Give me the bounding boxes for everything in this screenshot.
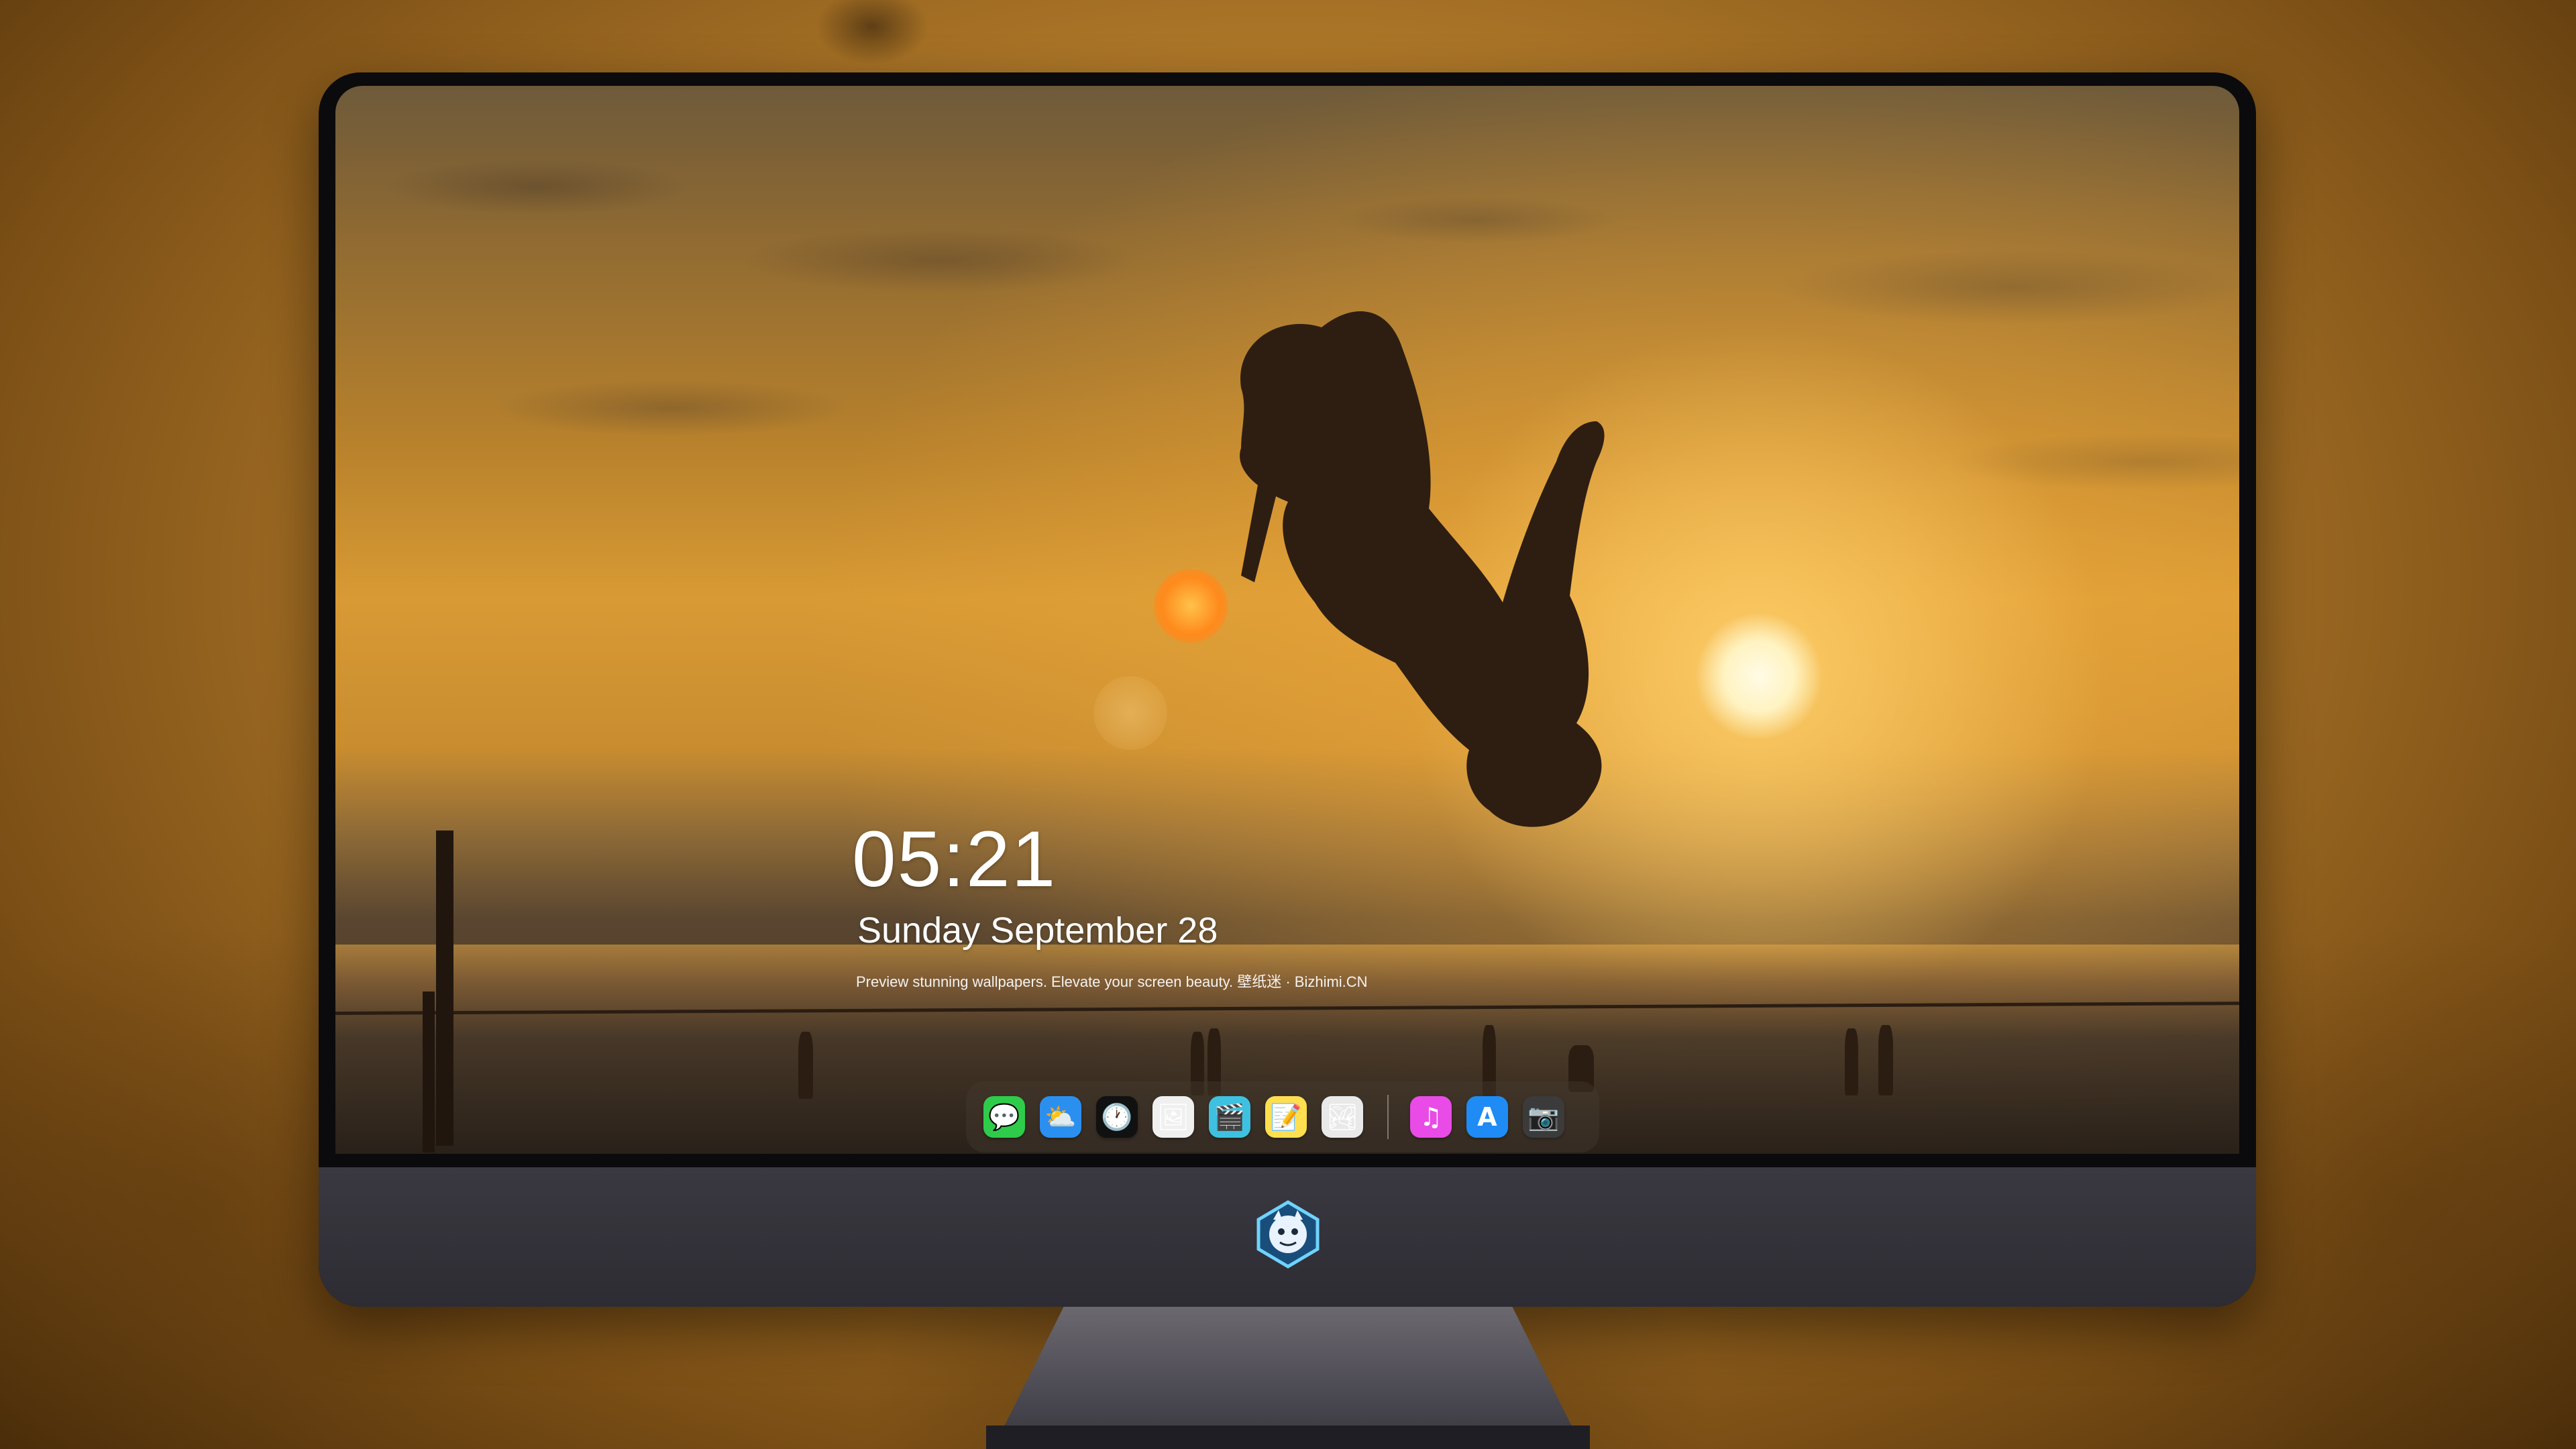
backflip-silhouette [1240,311,1605,827]
lens-flare-faint [1093,676,1167,750]
lockscreen-time: 05:21 [852,815,1057,904]
net-pole [436,830,453,1146]
lock-screen: 05:21 Sunday September 28 Preview stunni… [335,86,2239,1154]
camera-icon[interactable]: 📷 [1523,1096,1564,1138]
app-store-icon[interactable]: A [1466,1096,1508,1138]
messages-icon[interactable]: 💬 [983,1096,1025,1138]
lens-flare [1154,569,1228,643]
dock: 💬 ⛅ 🕐 🖼 🎬 📝 🏞 ♫ A 📷 [966,1081,1599,1152]
lockscreen-tagline: Preview stunning wallpapers. Elevate you… [856,973,1368,990]
clock-icon[interactable]: 🕐 [1096,1096,1138,1138]
beach-person [1878,1025,1893,1095]
mascot-logo-icon [1256,1200,1320,1269]
music-icon[interactable]: ♫ [1410,1096,1452,1138]
photo-booth-icon[interactable]: 🏞 [1322,1096,1363,1138]
lockscreen-date: Sunday September 28 [857,910,1218,951]
beach-person [798,1032,813,1099]
clapper-icon[interactable]: 🎬 [1209,1096,1250,1138]
net-pole-2 [423,991,435,1152]
beach-person [1845,1028,1858,1095]
weather-icon[interactable]: ⛅ [1040,1096,1081,1138]
monitor-stand-base [986,1426,1590,1449]
dock-separator [1387,1095,1389,1139]
notes-icon[interactable]: 📝 [1265,1096,1307,1138]
preview-icon[interactable]: 🖼 [1152,1096,1194,1138]
